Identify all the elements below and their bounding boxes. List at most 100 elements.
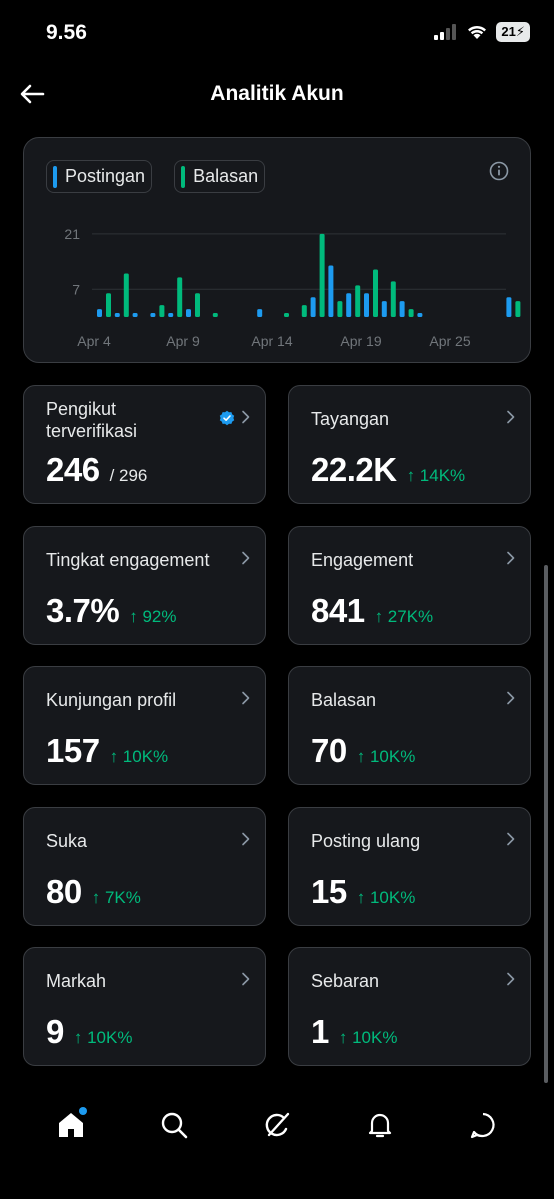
bar-replies[interactable] xyxy=(159,305,165,317)
battery-level: 21 xyxy=(501,24,516,39)
bar-posts[interactable] xyxy=(364,293,369,317)
stat-label: Suka xyxy=(46,830,88,851)
chevron-right-icon xyxy=(507,972,515,986)
y-tick-label: 7 xyxy=(72,281,80,297)
stat-label: Tingkat engagement xyxy=(46,549,210,570)
bar-replies[interactable] xyxy=(373,269,378,318)
bar-replies[interactable] xyxy=(408,309,414,317)
stat-value: 22.2K xyxy=(311,451,397,488)
bar-replies[interactable] xyxy=(301,305,307,317)
stat-label: Tayangan xyxy=(311,409,390,429)
bar-replies[interactable] xyxy=(337,301,343,317)
stat-change: ↑ 10K% xyxy=(356,747,416,766)
chart-card: Postingan Balasan 7 21 Apr 4 Apr 9 Apr 14 Apr… xyxy=(23,137,531,363)
bell-icon xyxy=(368,1113,391,1138)
stat-value-row: 3.7% ↑ 92% xyxy=(46,592,176,630)
stat-value-row: 80 ↑ 7K% xyxy=(46,873,141,911)
messages-tab[interactable] xyxy=(461,1103,505,1147)
stat-change: ↑ 7K% xyxy=(91,887,141,907)
bar-replies[interactable] xyxy=(106,293,111,317)
bar-posts[interactable] xyxy=(97,309,102,317)
bar-posts[interactable] xyxy=(114,313,120,317)
bar-chart: 7 21 Apr 4 Apr 9 Apr 14 Apr 19 Apr 25 xyxy=(64,226,521,349)
stat-total: / 296 xyxy=(109,466,148,485)
x-tick-label: Apr 25 xyxy=(429,333,470,349)
header: Analitik Akun xyxy=(0,66,554,122)
stat-value-row: 9 ↑ 10K% xyxy=(46,1013,132,1051)
chevron-right-icon xyxy=(242,551,250,564)
search-tab[interactable] xyxy=(152,1103,196,1147)
stat-label: Balasan xyxy=(311,690,377,710)
stat-value-row: 246 / 296 xyxy=(46,451,147,489)
stat-card[interactable]: Kunjungan profil 157 ↑ 10K% xyxy=(23,666,266,785)
stat-change: ↑ 14K% xyxy=(406,466,466,485)
stat-card[interactable]: Pengikut terverifikasi 246 / 296 xyxy=(23,385,266,504)
stat-change: ↑ 10K% xyxy=(356,887,416,907)
stat-card[interactable]: Engagement 841 ↑ 27K% xyxy=(288,525,531,645)
status-icons: 21⚡ xyxy=(434,22,530,42)
stat-label: Engagement xyxy=(311,549,414,570)
stat-card[interactable]: Tayangan 22.2K ↑ 14K% xyxy=(288,385,531,504)
stat-card[interactable]: Posting ulang 15 ↑ 10K% xyxy=(288,806,531,926)
signal-icon xyxy=(434,24,457,40)
status-time: 9.56 xyxy=(46,21,87,44)
stat-card[interactable]: Markah 9 ↑ 10K% xyxy=(23,947,266,1066)
stat-value-row: 15 ↑ 10K% xyxy=(311,873,415,911)
bar-replies[interactable] xyxy=(212,313,218,317)
stat-value: 9 xyxy=(46,1013,64,1050)
battery-icon: 21⚡ xyxy=(496,22,530,42)
bar-posts[interactable] xyxy=(506,297,512,317)
bar-posts[interactable] xyxy=(381,301,387,317)
stat-value-row: 1 ↑ 10K% xyxy=(311,1013,397,1051)
wifi-icon xyxy=(468,25,487,39)
stat-card[interactable]: Balasan 70 ↑ 10K% xyxy=(288,666,531,785)
bar-replies[interactable] xyxy=(284,313,289,317)
bar-posts[interactable] xyxy=(150,313,156,317)
stat-value-row: 22.2K ↑ 14K% xyxy=(311,451,465,489)
bar-posts[interactable] xyxy=(168,313,174,317)
chevron-right-icon xyxy=(507,832,515,845)
stat-change: ↑ 27K% xyxy=(374,606,434,626)
stat-value-row: 841 ↑ 27K% xyxy=(311,592,433,630)
bar-replies[interactable] xyxy=(123,273,129,317)
bar-posts[interactable] xyxy=(417,313,423,317)
stat-change: ↑ 10K% xyxy=(73,1028,133,1047)
bar-replies[interactable] xyxy=(515,301,521,317)
bar-posts[interactable] xyxy=(346,293,352,317)
notifications-tab[interactable] xyxy=(358,1103,402,1147)
bar-posts[interactable] xyxy=(186,309,191,317)
stat-value-row: 157 ↑ 10K% xyxy=(46,732,168,770)
search-icon xyxy=(161,1112,188,1139)
scrollbar[interactable] xyxy=(544,565,548,1083)
stat-label: Kunjungan profil xyxy=(46,690,177,710)
stat-label: Posting ulang xyxy=(311,830,421,851)
page-title: Analitik Akun xyxy=(210,82,344,105)
bar-posts[interactable] xyxy=(328,265,334,317)
chevron-right-icon xyxy=(507,691,515,705)
bar-replies[interactable] xyxy=(319,233,325,317)
bar-posts[interactable] xyxy=(257,309,263,317)
bar-replies[interactable] xyxy=(355,285,361,317)
x-tick-label: Apr 4 xyxy=(77,333,111,349)
x-tick-label: Apr 19 xyxy=(340,333,381,349)
stat-card[interactable]: Tingkat engagement 3.7% ↑ 92% xyxy=(23,525,266,645)
stat-card[interactable]: Suka 80 ↑ 7K% xyxy=(23,806,266,926)
bar-replies[interactable] xyxy=(177,277,183,317)
bar-replies[interactable] xyxy=(390,281,396,317)
stat-value: 15 xyxy=(311,872,347,910)
stat-change: ↑ 10K% xyxy=(338,1028,398,1047)
grok-tab[interactable] xyxy=(255,1103,299,1147)
stat-card[interactable]: Sebaran 1 ↑ 10K% xyxy=(288,947,531,1066)
bar-posts[interactable] xyxy=(310,297,316,317)
stat-value: 1 xyxy=(311,1013,329,1050)
x-tick-label: Apr 14 xyxy=(251,333,292,349)
home-tab[interactable] xyxy=(49,1103,93,1147)
chevron-right-icon xyxy=(507,410,515,424)
y-tick-label: 21 xyxy=(64,226,80,242)
bar-posts[interactable] xyxy=(132,313,138,317)
chevron-right-icon xyxy=(507,551,515,564)
bar-replies[interactable] xyxy=(195,293,200,317)
bar-posts[interactable] xyxy=(399,301,405,317)
stat-value-row: 70 ↑ 10K% xyxy=(311,732,415,770)
chevron-right-icon xyxy=(242,832,250,845)
